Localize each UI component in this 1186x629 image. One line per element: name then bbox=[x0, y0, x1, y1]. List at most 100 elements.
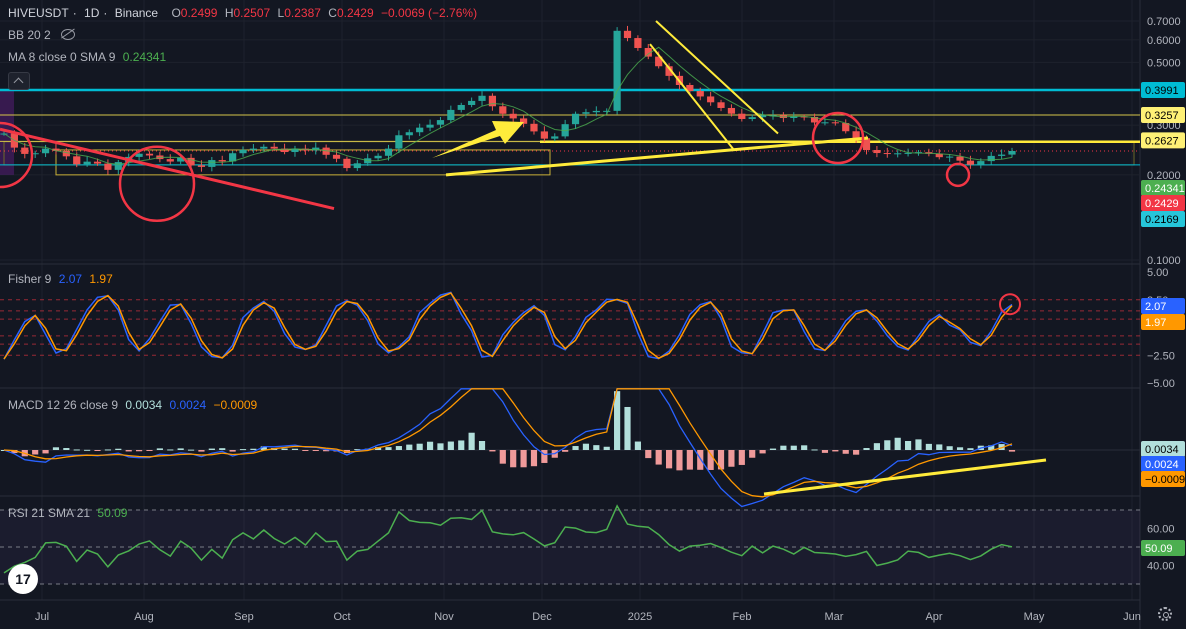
macd-histogram-bar bbox=[541, 450, 548, 463]
macd-histogram-bar bbox=[468, 432, 475, 450]
rsi-pane bbox=[0, 504, 1140, 585]
macd-histogram-bar bbox=[749, 450, 756, 458]
price-candle bbox=[946, 156, 954, 158]
tradingview-logo[interactable]: 17 bbox=[8, 564, 38, 594]
macd-histogram-bar bbox=[198, 450, 205, 452]
price-candle bbox=[384, 148, 393, 156]
macd-signal-value: −0.0009 bbox=[213, 398, 258, 412]
macd-histogram-bar bbox=[219, 448, 226, 450]
price-candle bbox=[416, 127, 424, 133]
macd-histogram-bar bbox=[946, 446, 953, 450]
price-candle bbox=[603, 110, 611, 112]
macd-histogram-bar bbox=[530, 450, 538, 467]
price-candle bbox=[748, 117, 756, 119]
macd-histogram-bar bbox=[208, 448, 215, 450]
macd-histogram-bar bbox=[967, 448, 974, 450]
rsi-legend[interactable]: RSI 21 SMA 21 50.09 bbox=[8, 506, 131, 520]
low-value: 0.2387 bbox=[284, 6, 321, 20]
ma-label: MA 8 close 0 SMA 9 bbox=[8, 50, 116, 64]
bb-label: BB 20 2 bbox=[8, 28, 51, 42]
price-candle bbox=[260, 146, 268, 149]
rsi-axis-badge: 50.09 bbox=[1145, 543, 1173, 555]
price-candle bbox=[73, 156, 81, 165]
macd-histogram-bar bbox=[832, 450, 839, 452]
macd-histogram-bar bbox=[167, 449, 174, 451]
macd-histogram-bar bbox=[416, 443, 423, 450]
price-candle bbox=[374, 155, 382, 159]
chart-canvas[interactable]: 0.70000.60000.50000.30000.20000.10005.00… bbox=[0, 0, 1186, 629]
fisher-legend[interactable]: Fisher 9 2.07 1.97 bbox=[8, 272, 117, 286]
macd-histogram-bar bbox=[458, 440, 465, 450]
price-candle bbox=[447, 109, 455, 121]
price-candle bbox=[696, 91, 704, 97]
macd-histogram-bar bbox=[447, 441, 454, 450]
time-axis-label: Mar bbox=[825, 611, 844, 623]
macd-histogram-bar bbox=[426, 441, 434, 450]
time-axis[interactable]: Jul Aug Sep Oct Nov Dec 2025 Feb Mar Apr May Jun bbox=[35, 611, 1141, 623]
price-axis[interactable]: 0.70000.60000.50000.30000.20000.10005.00… bbox=[1141, 16, 1185, 573]
price-candle bbox=[114, 162, 122, 170]
price-candle bbox=[145, 153, 154, 156]
macd-histogram-bar bbox=[562, 450, 569, 452]
fisher-value: 2.07 bbox=[58, 272, 83, 286]
settings-gear-icon[interactable] bbox=[1158, 607, 1172, 621]
macd-axis-badge: 0.0024 bbox=[1145, 459, 1179, 471]
price-candle bbox=[83, 161, 91, 165]
price-candle bbox=[104, 163, 112, 170]
macd-legend[interactable]: MACD 12 26 close 9 0.0034 0.0024 −0.0009 bbox=[8, 398, 261, 412]
price-candle bbox=[509, 113, 517, 119]
legend-sep-1: · bbox=[72, 6, 77, 20]
high-value: 0.2507 bbox=[233, 6, 271, 20]
price-candle bbox=[395, 135, 403, 149]
price-candle bbox=[987, 155, 995, 162]
macd-histogram-bar bbox=[510, 450, 517, 468]
symbol-name[interactable]: HIVEUSDT bbox=[8, 6, 69, 20]
ma-legend[interactable]: MA 8 close 0 SMA 9 0.24341 bbox=[8, 50, 170, 64]
macd-histogram-bar bbox=[853, 450, 860, 455]
macd-histogram-bar bbox=[603, 446, 610, 450]
macd-histogram-bar bbox=[811, 449, 818, 451]
price-candle bbox=[21, 147, 29, 154]
macd-histogram-bar bbox=[956, 447, 964, 450]
arrow-annotation bbox=[432, 121, 524, 158]
macd-histogram-bar bbox=[904, 441, 912, 450]
collapse-legend-button[interactable] bbox=[8, 72, 30, 90]
macd-histogram-bar bbox=[665, 450, 673, 469]
macd-histogram-bar bbox=[499, 450, 506, 464]
price-candle bbox=[613, 30, 621, 111]
macd-histogram-bar bbox=[790, 445, 797, 450]
time-axis-label: Dec bbox=[532, 611, 552, 623]
macd-histogram-bar bbox=[645, 450, 652, 459]
price-candle bbox=[270, 146, 278, 149]
price-axis-badge: 0.2429 bbox=[1145, 198, 1179, 210]
price-candle bbox=[208, 160, 216, 167]
visibility-off-icon[interactable] bbox=[60, 29, 75, 40]
macd-histogram-bar bbox=[136, 450, 143, 452]
price-candle bbox=[551, 136, 559, 139]
price-tick-label: 0.1000 bbox=[1147, 255, 1181, 267]
macd-axis-badge: −0.0009 bbox=[1145, 474, 1185, 486]
price-candle bbox=[873, 149, 881, 154]
macd-histogram-bar bbox=[728, 450, 735, 467]
macd-histogram-bar bbox=[32, 450, 39, 455]
close-label: C bbox=[328, 6, 337, 20]
time-axis-label: Aug bbox=[134, 611, 154, 623]
symbol-legend[interactable]: HIVEUSDT · 1D · Binance O0.2499 H0.2507 L0… bbox=[8, 6, 481, 20]
macd-histogram-bar bbox=[156, 448, 163, 450]
rsi-value: 50.09 bbox=[97, 506, 128, 520]
price-axis-badge: 0.2169 bbox=[1145, 214, 1179, 226]
price-candle bbox=[634, 38, 642, 48]
price-candle bbox=[426, 124, 434, 128]
price-tick-label: 0.7000 bbox=[1147, 16, 1181, 28]
macd-histogram-bar bbox=[936, 444, 943, 450]
price-candle bbox=[831, 122, 839, 124]
time-axis-label: Nov bbox=[434, 611, 454, 623]
bb-legend[interactable]: BB 20 2 bbox=[8, 28, 79, 42]
price-candle bbox=[249, 148, 258, 150]
fisher-axis-badge: 1.97 bbox=[1145, 317, 1166, 329]
price-candle bbox=[343, 158, 351, 169]
time-axis-label: Sep bbox=[234, 611, 254, 623]
time-axis-label: 2025 bbox=[628, 611, 652, 623]
macd-histogram-bar bbox=[302, 450, 309, 451]
channel-line bbox=[655, 20, 779, 135]
